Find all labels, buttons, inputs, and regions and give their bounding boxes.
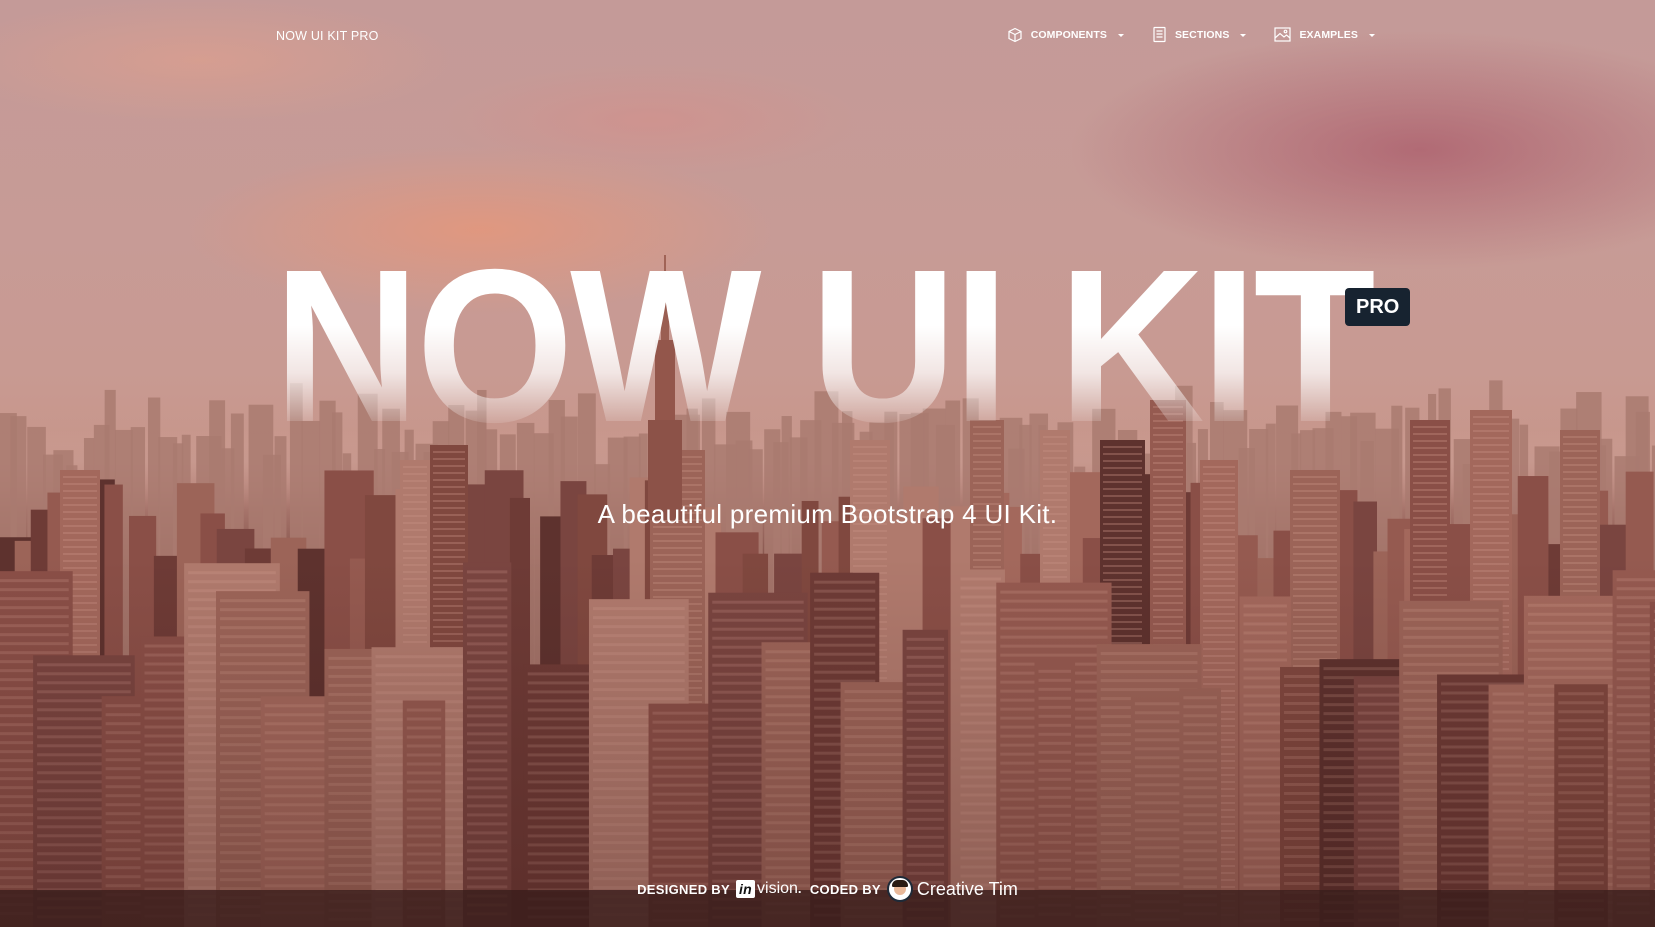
nav-item-sections-label: SECTIONS bbox=[1174, 28, 1230, 41]
landing-page: NOW UI KIT PRO COMPONENTS SECTIONS EXAMP… bbox=[0, 0, 1655, 927]
pro-badge: PRO bbox=[1345, 288, 1411, 326]
creative-tim-logo[interactable]: Creative Tim bbox=[886, 876, 1018, 902]
credits-bar: DESIGNED BY in vision . CODED BY Creativ… bbox=[0, 876, 1655, 902]
document-icon bbox=[1152, 26, 1167, 43]
chevron-down-icon bbox=[1117, 33, 1124, 37]
invision-in: in bbox=[735, 879, 756, 899]
designed-by-label: DESIGNED BY bbox=[637, 881, 730, 897]
nav-menu: COMPONENTS SECTIONS EXAMPLES bbox=[1007, 26, 1375, 43]
nav-item-examples[interactable]: EXAMPLES bbox=[1274, 27, 1375, 42]
coded-by-label: CODED BY bbox=[809, 881, 881, 897]
nav-item-examples-label: EXAMPLES bbox=[1299, 28, 1358, 41]
credits-separator: . bbox=[797, 881, 802, 897]
hero-title: NOW UI KIT bbox=[273, 225, 1377, 468]
cube-icon bbox=[1007, 27, 1023, 43]
invision-vision: vision bbox=[757, 879, 798, 897]
hero-title-container: NOW UI KIT bbox=[0, 238, 1655, 456]
chevron-down-icon bbox=[1240, 33, 1247, 37]
invision-logo[interactable]: in vision . bbox=[735, 879, 802, 899]
image-icon bbox=[1274, 27, 1292, 42]
creative-tim-label: Creative Tim bbox=[916, 878, 1018, 899]
nav-item-sections[interactable]: SECTIONS bbox=[1152, 26, 1247, 43]
brand-link[interactable]: NOW UI KIT PRO bbox=[276, 29, 379, 43]
creative-tim-avatar-icon bbox=[886, 876, 913, 902]
nav-item-components-label: COMPONENTS bbox=[1030, 28, 1107, 41]
hero-subtitle: A beautiful premium Bootstrap 4 UI Kit. bbox=[597, 499, 1058, 529]
chevron-down-icon bbox=[1369, 33, 1375, 37]
nav-item-components[interactable]: COMPONENTS bbox=[1007, 27, 1124, 43]
navbar: NOW UI KIT PRO COMPONENTS SECTIONS EXAMP… bbox=[0, 0, 1655, 74]
